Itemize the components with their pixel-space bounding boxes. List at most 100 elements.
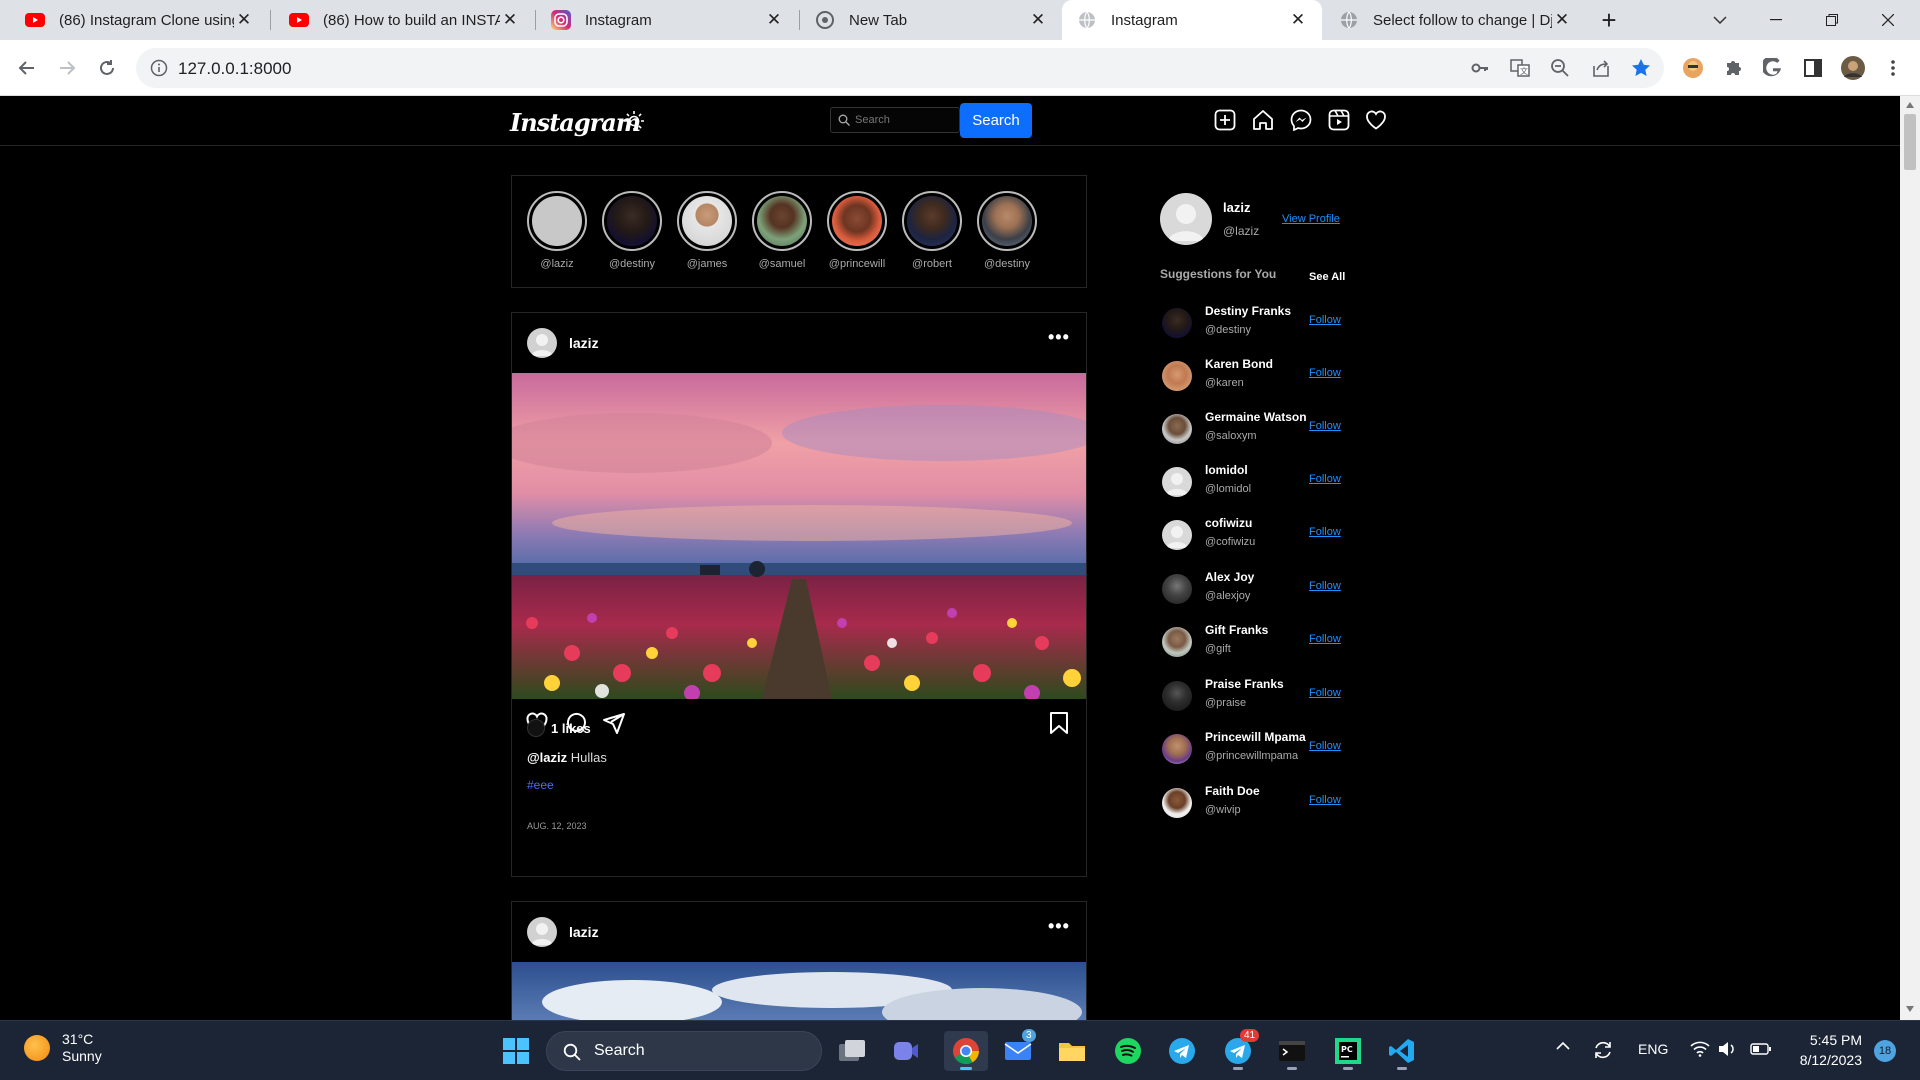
side-panel-icon[interactable] [1799, 54, 1827, 82]
search-box[interactable] [830, 107, 960, 133]
follow-link[interactable]: Follow [1309, 633, 1341, 645]
story-item[interactable]: @destiny [967, 191, 1047, 270]
close-window-icon[interactable] [1860, 0, 1916, 40]
extensions-puzzle-icon[interactable] [1719, 54, 1747, 82]
story-item[interactable]: @james [667, 191, 747, 270]
share-send-icon[interactable] [602, 711, 628, 737]
avatar[interactable] [1162, 467, 1192, 497]
post-image-tulip-field[interactable] [512, 373, 1086, 699]
site-info-icon[interactable] [150, 59, 168, 77]
story-item[interactable]: @robert [892, 191, 972, 270]
post-avatar[interactable] [527, 328, 557, 358]
avatar[interactable] [1162, 520, 1192, 550]
follow-link[interactable]: Follow [1309, 794, 1341, 806]
browser-tab[interactable]: (86) Instagram Clone using ✕ [0, 0, 268, 40]
search-button[interactable]: Search [960, 103, 1032, 138]
follow-link[interactable]: Follow [1309, 367, 1341, 379]
story-item[interactable]: @laziz [517, 191, 597, 270]
taskbar-search[interactable]: Search [546, 1031, 822, 1071]
extension-avatar-icon[interactable] [1679, 54, 1707, 82]
close-tab-icon[interactable]: ✕ [1028, 10, 1048, 30]
avatar[interactable] [1162, 308, 1192, 338]
browser-tab[interactable]: New Tab ✕ [800, 0, 1062, 40]
password-key-icon[interactable] [1466, 54, 1494, 82]
page-scrollbar[interactable] [1900, 96, 1920, 1020]
chrome-taskbar-icon[interactable] [944, 1031, 988, 1071]
avatar[interactable] [1162, 788, 1192, 818]
back-icon[interactable] [9, 50, 45, 86]
see-all-link[interactable]: See All [1309, 271, 1345, 283]
system-clock[interactable]: 5:45 PM 8/12/2023 [1784, 1030, 1862, 1070]
tab-search-icon[interactable] [1692, 0, 1748, 40]
story-item[interactable]: @samuel [742, 191, 822, 270]
wifi-icon[interactable] [1690, 1041, 1710, 1057]
teams-meet-icon[interactable] [888, 1033, 924, 1069]
instagram-logo[interactable]: Instagram [510, 108, 641, 137]
task-view-icon[interactable] [834, 1033, 870, 1069]
follow-link[interactable]: Follow [1309, 580, 1341, 592]
browser-tab[interactable]: Select follow to change | Dj ✕ [1324, 0, 1586, 40]
browser-tab-active[interactable]: Instagram ✕ [1062, 0, 1322, 40]
vscode-icon[interactable] [1384, 1033, 1420, 1070]
avatar[interactable] [1162, 627, 1192, 657]
browser-menu-icon[interactable] [1879, 54, 1907, 82]
follow-link[interactable]: Follow [1309, 740, 1341, 752]
telegram-icon[interactable] [1164, 1033, 1200, 1069]
pycharm-icon[interactable]: PC [1330, 1033, 1366, 1070]
language-indicator[interactable]: ENG [1638, 1041, 1668, 1057]
file-explorer-icon[interactable] [1054, 1033, 1090, 1069]
current-user-avatar[interactable] [1160, 193, 1212, 245]
windows-start-icon[interactable] [498, 1033, 534, 1069]
search-input[interactable] [855, 112, 955, 128]
post-username[interactable]: laziz [569, 335, 599, 351]
heart-icon[interactable] [1365, 109, 1389, 133]
save-bookmark-icon[interactable] [1048, 711, 1074, 737]
reload-icon[interactable] [89, 50, 125, 86]
terminal-icon[interactable] [1274, 1033, 1310, 1070]
follow-link[interactable]: Follow [1309, 687, 1341, 699]
avatar[interactable] [1162, 574, 1192, 604]
theme-toggle-sun-icon[interactable] [623, 110, 645, 132]
close-tab-icon[interactable]: ✕ [764, 10, 784, 30]
close-tab-icon[interactable]: ✕ [234, 10, 254, 30]
messenger-icon[interactable] [1290, 109, 1314, 133]
scrollbar-thumb[interactable] [1904, 114, 1916, 170]
url-text[interactable]: 127.0.0.1:8000 [178, 59, 291, 79]
restore-icon[interactable] [1804, 0, 1860, 40]
more-options-icon[interactable]: ••• [1048, 916, 1070, 937]
sync-icon[interactable] [1592, 1039, 1614, 1061]
spotify-icon[interactable] [1110, 1033, 1146, 1069]
post-avatar[interactable] [527, 917, 557, 947]
more-options-icon[interactable]: ••• [1048, 327, 1070, 348]
browser-tab[interactable]: (86) How to build an INSTAGRAM ✕ [272, 0, 534, 40]
share-icon[interactable] [1587, 54, 1615, 82]
notifications-badge[interactable]: 18 [1874, 1040, 1896, 1062]
translate-icon[interactable]: 文 [1506, 54, 1534, 82]
close-tab-icon[interactable]: ✕ [500, 10, 520, 30]
avatar[interactable] [1162, 414, 1192, 444]
minimize-icon[interactable] [1748, 0, 1804, 40]
bookmark-star-icon[interactable] [1627, 54, 1655, 82]
battery-icon[interactable] [1750, 1042, 1772, 1056]
telegram-desktop-icon[interactable]: 41 [1220, 1029, 1260, 1070]
close-tab-icon[interactable]: ✕ [1552, 10, 1572, 30]
mail-icon[interactable]: 3 [1000, 1029, 1036, 1069]
view-profile-link[interactable]: View Profile [1282, 213, 1340, 225]
google-icon[interactable] [1759, 54, 1787, 82]
zoom-out-icon[interactable] [1546, 54, 1574, 82]
avatar[interactable] [1162, 361, 1192, 391]
post-username[interactable]: laziz [569, 924, 599, 940]
post-hashtag[interactable]: #eee [527, 778, 554, 792]
new-tab-button[interactable]: + [1584, 0, 1634, 40]
volume-icon[interactable] [1718, 1041, 1736, 1057]
post-image-sky[interactable] [512, 962, 1086, 1020]
add-post-icon[interactable] [1214, 109, 1238, 133]
scroll-down-arrow-icon[interactable] [1906, 1006, 1914, 1012]
weather-widget[interactable]: 31°C Sunny [24, 1031, 102, 1065]
profile-avatar-icon[interactable] [1839, 54, 1867, 82]
follow-link[interactable]: Follow [1309, 473, 1341, 485]
home-icon[interactable] [1252, 109, 1276, 133]
forward-icon[interactable] [49, 50, 85, 86]
caption-username[interactable]: @laziz [527, 750, 567, 765]
story-item[interactable]: @destiny [592, 191, 672, 270]
